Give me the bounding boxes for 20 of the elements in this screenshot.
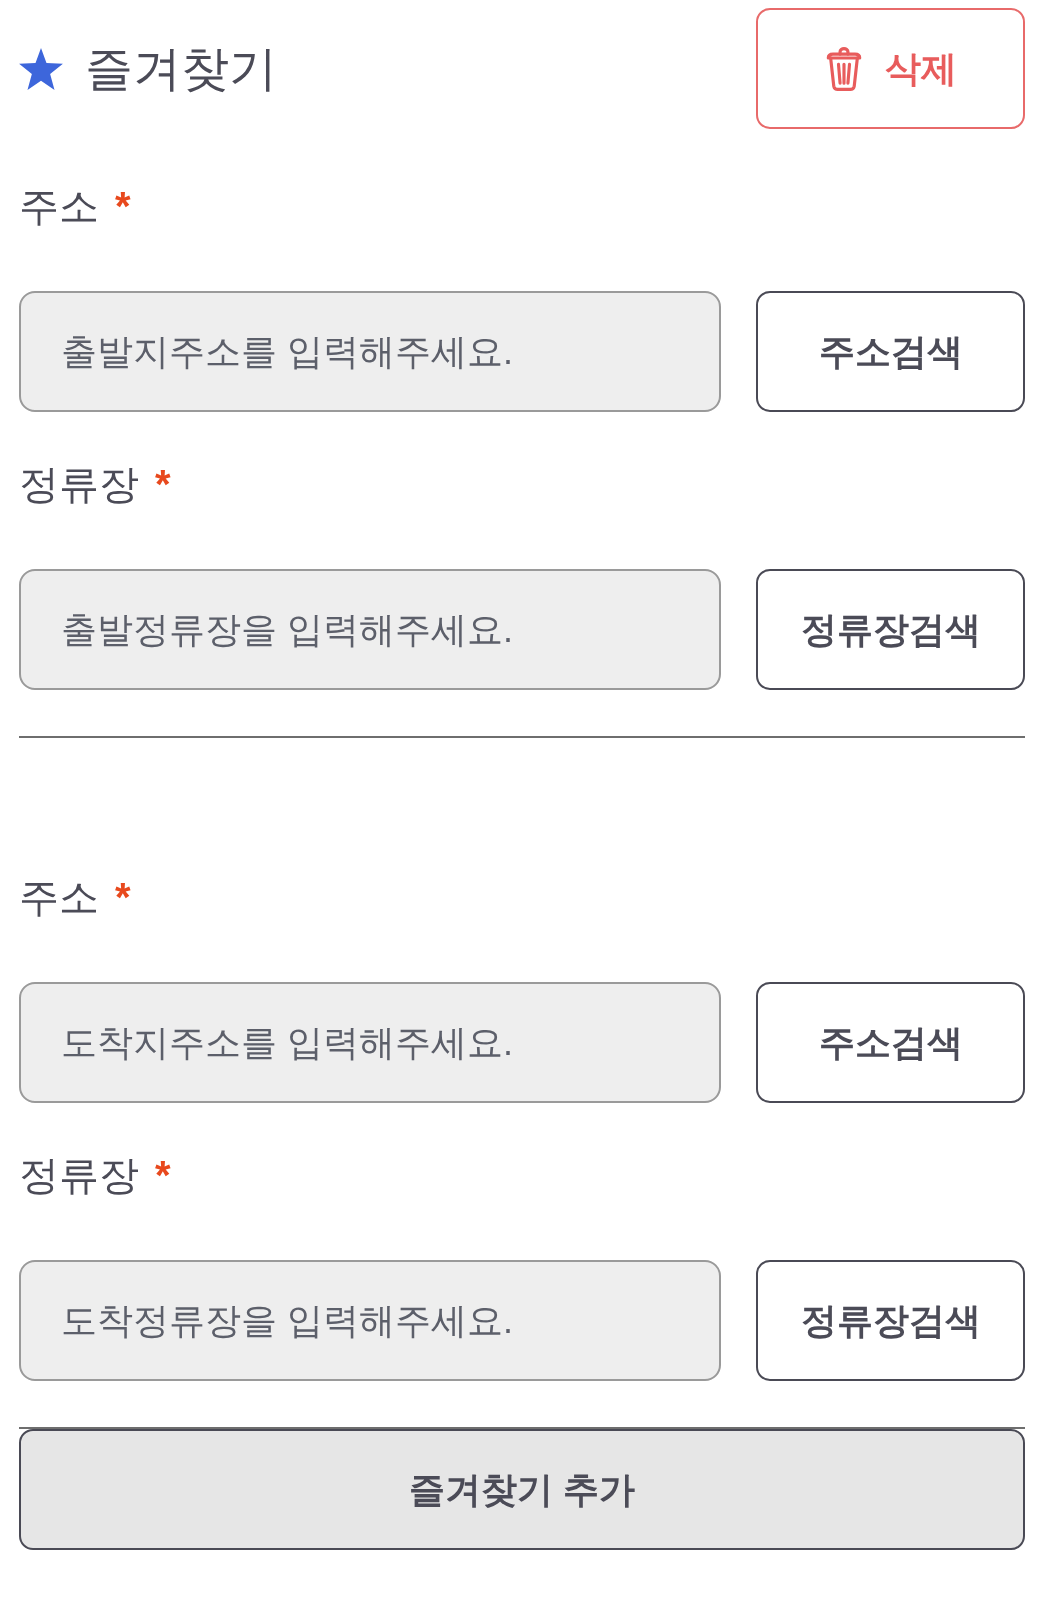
- trash-icon: [824, 46, 863, 91]
- field-label: 주소: [19, 877, 99, 917]
- required-asterisk: *: [115, 186, 131, 226]
- star-icon: [19, 47, 63, 90]
- search-button[interactable]: 정류장검색: [756, 1260, 1025, 1381]
- field-label: 정류장: [19, 1155, 139, 1195]
- page-title: 즐겨찾기: [85, 40, 277, 97]
- input-field[interactable]: 출발정류장을 입력해주세요.: [19, 569, 721, 690]
- add-favorite-button[interactable]: 즐겨찾기 추가: [19, 1429, 1025, 1550]
- search-button[interactable]: 정류장검색: [756, 569, 1025, 690]
- required-asterisk: *: [155, 464, 171, 504]
- search-button[interactable]: 주소검색: [756, 982, 1025, 1103]
- required-asterisk: *: [155, 1155, 171, 1195]
- field-label: 주소: [19, 186, 99, 226]
- input-field[interactable]: 도착지주소를 입력해주세요.: [19, 982, 721, 1103]
- input-field[interactable]: 출발지주소를 입력해주세요.: [19, 291, 721, 412]
- field-label: 정류장: [19, 464, 139, 504]
- search-button[interactable]: 주소검색: [756, 291, 1025, 412]
- input-field[interactable]: 도착정류장을 입력해주세요.: [19, 1260, 721, 1381]
- required-asterisk: *: [115, 877, 131, 917]
